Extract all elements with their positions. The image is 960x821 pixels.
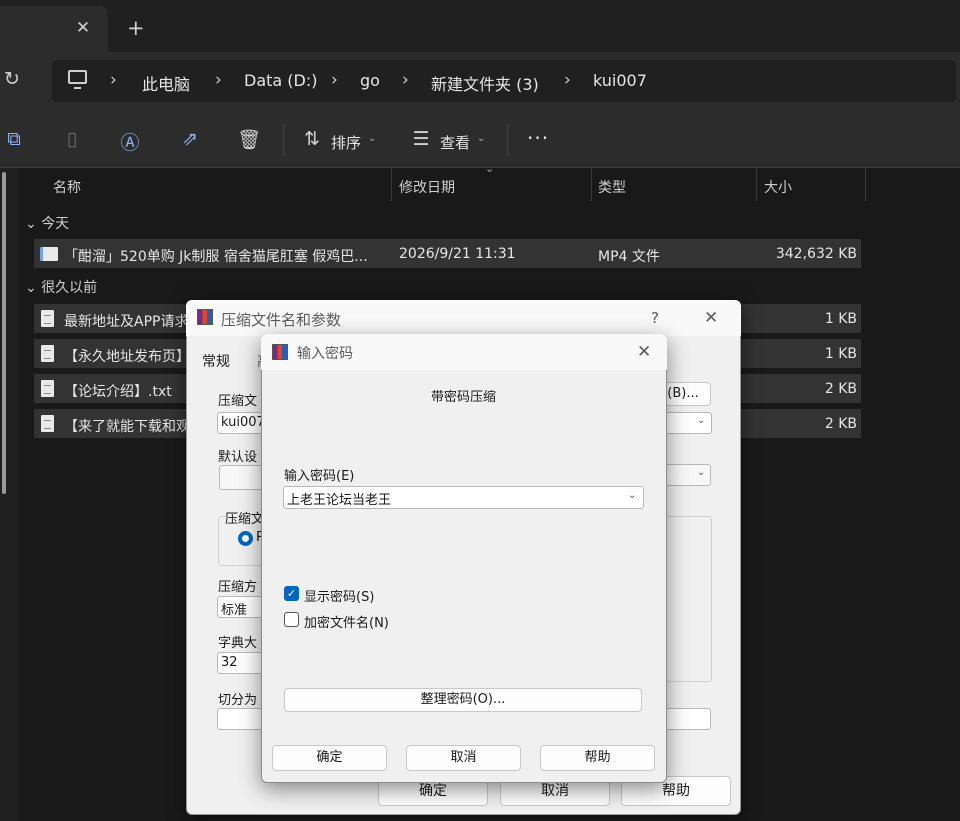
compression-method-label: 压缩方 bbox=[218, 580, 258, 595]
column-header-name[interactable]: 名称 bbox=[53, 177, 81, 197]
text-file-icon bbox=[41, 310, 54, 327]
file-size: 342,632 KB bbox=[775, 246, 857, 262]
view-icon[interactable]: ☰ bbox=[409, 128, 433, 150]
default-profile-label: 默认设 bbox=[218, 450, 258, 465]
text-file-icon bbox=[41, 345, 54, 362]
group-today[interactable]: ⌄ 今天 bbox=[25, 213, 69, 233]
encrypt-filenames-label[interactable]: 加密文件名(N) bbox=[304, 612, 389, 631]
column-divider[interactable] bbox=[756, 168, 757, 201]
delete-icon[interactable]: 🗑 bbox=[237, 128, 261, 151]
toolbar-divider bbox=[507, 124, 508, 156]
column-header-size[interactable]: 大小 bbox=[764, 177, 792, 197]
file-type: MP4 文件 bbox=[598, 249, 660, 265]
dictionary-size-value: 32 bbox=[221, 655, 238, 670]
rar-format-radio[interactable] bbox=[238, 531, 253, 546]
column-divider[interactable] bbox=[865, 168, 866, 201]
file-name: 「酣溜」520单购 Jk制服 宿舍猫尾肛塞 假鸡巴... bbox=[64, 249, 368, 265]
text-file-icon bbox=[41, 415, 54, 432]
chevron-down-icon[interactable]: ⌄ bbox=[697, 467, 705, 478]
chevron-down-icon[interactable]: ⌄ bbox=[697, 415, 705, 426]
share-icon[interactable]: ⇗ bbox=[178, 128, 202, 150]
video-file-icon bbox=[40, 247, 58, 261]
encrypt-filenames-checkbox[interactable] bbox=[284, 612, 299, 627]
file-name: 【论坛介绍】.txt bbox=[64, 384, 172, 400]
close-icon[interactable]: ✕ bbox=[704, 308, 718, 328]
chevron-down-icon[interactable]: ⌄ bbox=[477, 133, 485, 144]
breadcrumb-separator-icon[interactable]: › bbox=[402, 70, 409, 90]
split-volumes-label: 切分为 bbox=[218, 693, 258, 708]
file-modified: 2026/9/21 11:31 bbox=[399, 246, 516, 262]
group-label: 很久以前 bbox=[41, 280, 98, 296]
file-size: 1 KB bbox=[824, 311, 857, 327]
archive-options-group bbox=[666, 516, 712, 682]
organize-passwords-button[interactable]: 整理密码(O)... bbox=[284, 688, 642, 712]
show-password-label[interactable]: 显示密码(S) bbox=[304, 586, 374, 605]
group-long-ago[interactable]: ⌄ 很久以前 bbox=[25, 277, 97, 297]
password-cancel-button[interactable]: 取消 bbox=[406, 745, 521, 771]
column-divider[interactable] bbox=[391, 168, 392, 201]
column-divider[interactable] bbox=[591, 168, 592, 201]
this-pc-icon[interactable] bbox=[68, 70, 87, 89]
password-label: 输入密码(E) bbox=[284, 469, 355, 484]
archive-name-label: 压缩文 bbox=[218, 394, 258, 409]
tab-general[interactable]: 常规 bbox=[202, 351, 230, 371]
breadcrumb-separator-icon[interactable]: › bbox=[215, 70, 222, 90]
group-label: 今天 bbox=[41, 216, 70, 232]
archive-name-value: kui007 bbox=[221, 415, 265, 430]
breadcrumb-kui007[interactable]: kui007 bbox=[593, 71, 647, 90]
show-password-checkbox[interactable]: ✓ bbox=[284, 586, 299, 601]
breadcrumb-new-folder[interactable]: 新建文件夹 (3) bbox=[431, 71, 539, 95]
rename-icon[interactable]: Ⓐ bbox=[118, 128, 142, 155]
file-size: 1 KB bbox=[824, 346, 857, 362]
breadcrumb-data-drive[interactable]: Data (D:) bbox=[244, 71, 317, 90]
column-header-modified[interactable]: 修改日期 bbox=[399, 177, 455, 197]
chevron-down-icon[interactable]: ⌄ bbox=[368, 133, 376, 144]
password-dialog-title: 输入密码 bbox=[297, 346, 353, 362]
file-size: 2 KB bbox=[824, 416, 857, 432]
breadcrumb-go[interactable]: go bbox=[360, 71, 380, 90]
refresh-icon[interactable]: ↻ bbox=[4, 68, 20, 90]
winrar-icon bbox=[197, 309, 213, 325]
file-name: 【永久地址发布页】 bbox=[64, 349, 188, 365]
chevron-down-icon[interactable]: ⌄ bbox=[25, 280, 37, 296]
chevron-down-icon[interactable]: ⌄ bbox=[25, 216, 37, 232]
file-name: 【来了就能下载和观 bbox=[64, 419, 188, 435]
archive-format-label: 压缩文 bbox=[225, 508, 265, 527]
close-icon[interactable]: ✕ bbox=[637, 342, 651, 362]
breadcrumb-separator-icon[interactable]: › bbox=[331, 70, 338, 90]
file-name: 最新地址及APP请求 bbox=[64, 314, 188, 330]
password-dialog-heading: 带密码压缩 bbox=[431, 390, 497, 405]
breadcrumb-this-pc[interactable]: 此电脑 bbox=[142, 71, 190, 95]
paste-icon[interactable]: ▯ bbox=[60, 128, 84, 150]
more-options-icon[interactable]: ··· bbox=[527, 126, 549, 150]
copy-icon[interactable]: ⧉ bbox=[2, 128, 26, 150]
toolbar-divider bbox=[283, 124, 284, 156]
new-tab-icon[interactable]: + bbox=[127, 16, 145, 40]
password-help-button[interactable]: 帮助 bbox=[540, 745, 655, 771]
profile-button[interactable] bbox=[219, 465, 264, 490]
breadcrumb-separator-icon[interactable]: › bbox=[564, 70, 571, 90]
text-file-icon bbox=[41, 380, 54, 397]
nav-scrollbar[interactable] bbox=[2, 172, 6, 494]
password-ok-button[interactable]: 确定 bbox=[272, 745, 387, 771]
sort-button[interactable]: 排序 bbox=[331, 132, 361, 153]
set-password-field[interactable] bbox=[660, 708, 711, 730]
breadcrumb-separator-icon[interactable]: › bbox=[110, 70, 117, 90]
split-volumes-field[interactable] bbox=[217, 708, 263, 730]
column-header-type[interactable]: 类型 bbox=[598, 177, 626, 197]
tab-close-icon[interactable]: ✕ bbox=[74, 18, 92, 38]
archive-dialog-title: 压缩文件名和参数 bbox=[221, 311, 342, 329]
file-size: 2 KB bbox=[824, 381, 857, 397]
view-button[interactable]: 查看 bbox=[440, 132, 470, 153]
sort-icon[interactable]: ⇅ bbox=[300, 128, 324, 150]
help-icon[interactable]: ? bbox=[651, 309, 659, 327]
compression-method-value: 标准 bbox=[221, 603, 248, 618]
winrar-icon bbox=[272, 344, 288, 360]
chevron-down-icon[interactable]: ⌄ bbox=[628, 490, 636, 501]
sort-indicator-icon: ⌄ bbox=[485, 162, 495, 175]
password-value: 上老王论坛当老王 bbox=[287, 493, 392, 508]
dictionary-size-label: 字典大 bbox=[218, 636, 258, 651]
